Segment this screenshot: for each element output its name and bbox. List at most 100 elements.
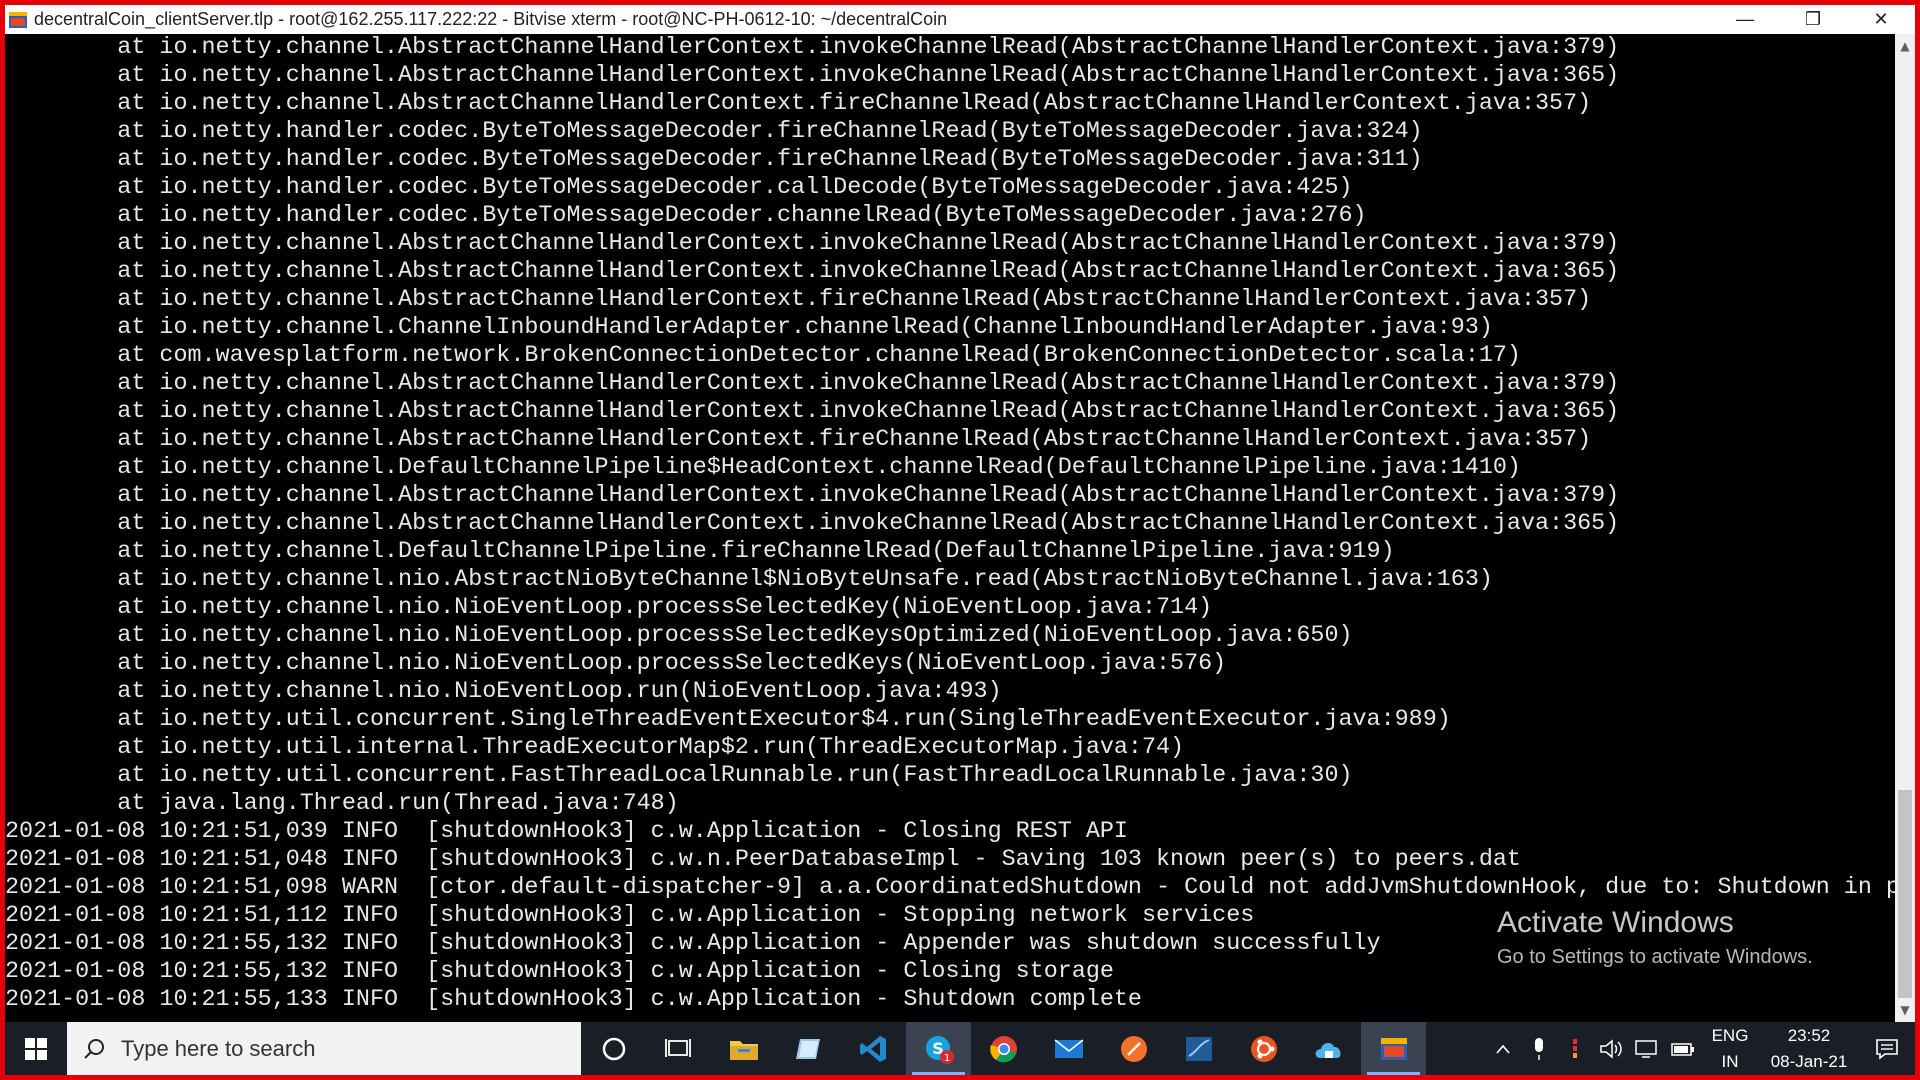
microphone-tray-button[interactable]	[1521, 1022, 1557, 1075]
terminal-area[interactable]: at io.netty.channel.AbstractChannelHandl…	[5, 34, 1895, 1022]
terminal-line: at io.netty.util.concurrent.FastThreadLo…	[5, 763, 1353, 789]
region-code: IN	[1721, 1051, 1739, 1071]
ubuntu-icon	[1250, 1035, 1277, 1062]
wireshark-button[interactable]	[1166, 1022, 1231, 1075]
terminal-line: at io.netty.channel.AbstractChannelHandl…	[5, 371, 1620, 397]
vscode-button[interactable]	[841, 1022, 906, 1075]
terminal-line: at com.wavesplatform.network.BrokenConne…	[5, 343, 1521, 369]
bitvise-terminal-icon	[1380, 1037, 1407, 1060]
terminal-line: at io.netty.channel.nio.NioEventLoop.pro…	[5, 651, 1227, 677]
taskbar: Type here to search S 1 ENG IN 23:52 08-…	[5, 1022, 1915, 1075]
orange-circle-app-icon	[1120, 1035, 1147, 1062]
sublime-app-button[interactable]	[1101, 1022, 1166, 1075]
terminal-line: at io.netty.channel.AbstractChannelHandl…	[5, 399, 1620, 425]
terminal-line: at io.netty.channel.nio.NioEventLoop.run…	[5, 679, 1002, 705]
skype-icon: S 1	[925, 1035, 954, 1064]
network-tray-button[interactable]	[1629, 1022, 1665, 1075]
start-button[interactable]	[5, 1022, 67, 1075]
network-icon	[1635, 1039, 1657, 1058]
window-title: decentralCoin_clientServer.tlp - root@16…	[34, 9, 948, 29]
cloud-house-icon	[1315, 1042, 1341, 1058]
terminal-line: at io.netty.channel.AbstractChannelHandl…	[5, 91, 1592, 117]
chrome-button[interactable]	[971, 1022, 1036, 1075]
terminal-line: 2021-01-08 10:21:51,039 INFO [shutdownHo…	[5, 819, 1128, 845]
taskbar-clock[interactable]: 23:52 08-Jan-21	[1759, 1023, 1859, 1075]
terminal-line: at io.netty.channel.AbstractChannelHandl…	[5, 483, 1620, 509]
terminal-line: at io.netty.channel.AbstractChannelHandl…	[5, 63, 1620, 89]
system-tray: ENG IN 23:52 08-Jan-21	[1485, 1022, 1915, 1075]
terminal-line: at io.netty.channel.AbstractChannelHandl…	[5, 35, 1620, 61]
terminal-scrollbar[interactable]: ▲ ▼	[1895, 34, 1915, 1022]
terminal-line: 2021-01-08 10:21:51,048 INFO [shutdownHo…	[5, 847, 1521, 873]
microphone-icon	[1535, 1037, 1543, 1060]
windows-logo-icon	[25, 1037, 47, 1060]
ubuntu-button[interactable]	[1231, 1022, 1296, 1075]
taskbar-search-box[interactable]: Type here to search	[67, 1022, 581, 1075]
terminal-line: at io.netty.channel.DefaultChannelPipeli…	[5, 539, 1395, 565]
minimize-button[interactable]: —	[1711, 5, 1779, 34]
wireshark-fin-icon	[1185, 1036, 1212, 1061]
folder-icon	[729, 1040, 758, 1060]
bitvise-xterm-button[interactable]	[1361, 1022, 1426, 1075]
scroll-down-arrow-icon[interactable]: ▼	[1895, 1000, 1915, 1020]
terminal-line: at io.netty.channel.DefaultChannelPipeli…	[5, 455, 1521, 481]
terminal-line: 2021-01-08 10:21:55,132 INFO [shutdownHo…	[5, 959, 1114, 985]
input-language-indicator[interactable]: ENG IN	[1701, 1023, 1759, 1075]
scroll-up-arrow-icon[interactable]: ▲	[1895, 36, 1915, 56]
red-status-icon	[1573, 1038, 1577, 1058]
terminal-line: at io.netty.util.internal.ThreadExecutor…	[5, 735, 1185, 761]
cortana-button[interactable]	[581, 1022, 646, 1075]
terminal-line: at io.netty.util.concurrent.SingleThread…	[5, 707, 1451, 733]
window-titlebar[interactable]: decentralCoin_clientServer.tlp - root@16…	[5, 5, 1915, 34]
terminal-line: at io.netty.channel.nio.AbstractNioByteC…	[5, 567, 1493, 593]
terminal-line: at io.netty.channel.AbstractChannelHandl…	[5, 231, 1620, 257]
cloud-app-button[interactable]	[1296, 1022, 1361, 1075]
terminal-line: at io.netty.handler.codec.ByteToMessageD…	[5, 175, 1353, 201]
clock-date: 08-Jan-21	[1770, 1051, 1848, 1071]
speaker-icon	[1600, 1038, 1622, 1059]
close-button[interactable]: ✕	[1847, 5, 1915, 34]
terminal-line: at io.netty.channel.AbstractChannelHandl…	[5, 259, 1620, 285]
scrollbar-thumb[interactable]	[1898, 790, 1912, 998]
skype-button[interactable]: S 1	[906, 1022, 971, 1075]
mail-button[interactable]	[1036, 1022, 1101, 1075]
show-hidden-icons-button[interactable]	[1485, 1022, 1521, 1075]
battery-tray-button[interactable]	[1665, 1022, 1701, 1075]
vscode-icon	[859, 1035, 886, 1062]
action-center-button[interactable]	[1859, 1022, 1915, 1075]
terminal-line: 2021-01-08 10:21:51,098 WARN [ctor.defau…	[5, 875, 1895, 901]
notepad-icon	[795, 1038, 820, 1059]
chrome-icon	[989, 1035, 1017, 1062]
volume-tray-button[interactable]	[1593, 1022, 1629, 1075]
terminal-output: at io.netty.channel.AbstractChannelHandl…	[5, 34, 1895, 1014]
terminal-line: at io.netty.channel.nio.NioEventLoop.pro…	[5, 623, 1353, 649]
terminal-line: 2021-01-08 10:21:51,112 INFO [shutdownHo…	[5, 903, 1255, 929]
terminal-line: at io.netty.channel.AbstractChannelHandl…	[5, 511, 1620, 537]
maximize-button[interactable]: ❐	[1779, 5, 1847, 34]
language-code: ENG	[1711, 1025, 1749, 1045]
task-view-icon	[664, 1038, 691, 1057]
terminal-line: at io.netty.channel.nio.NioEventLoop.pro…	[5, 595, 1213, 621]
terminal-line: at io.netty.channel.ChannelInboundHandle…	[5, 315, 1493, 341]
file-explorer-button[interactable]	[711, 1022, 776, 1075]
chevron-up-icon	[1496, 1044, 1510, 1054]
terminal-line: 2021-01-08 10:21:55,133 INFO [shutdownHo…	[5, 987, 1142, 1013]
security-tray-button[interactable]	[1557, 1022, 1593, 1075]
terminal-line: at java.lang.Thread.run(Thread.java:748)	[5, 791, 679, 817]
notepad-app-button[interactable]	[776, 1022, 841, 1075]
terminal-line: at io.netty.handler.codec.ByteToMessageD…	[5, 147, 1423, 173]
search-placeholder: Type here to search	[121, 1035, 316, 1061]
clock-time: 23:52	[1787, 1025, 1831, 1045]
skype-badge-count: 1	[943, 1053, 949, 1064]
bitvise-app-icon	[9, 11, 27, 28]
terminal-line: at io.netty.channel.AbstractChannelHandl…	[5, 427, 1592, 453]
terminal-line: at io.netty.channel.AbstractChannelHandl…	[5, 287, 1592, 313]
task-view-button[interactable]	[646, 1022, 711, 1075]
terminal-line: at io.netty.handler.codec.ByteToMessageD…	[5, 203, 1367, 229]
notification-icon	[1876, 1038, 1898, 1060]
terminal-line: at io.netty.handler.codec.ByteToMessageD…	[5, 119, 1423, 145]
search-icon	[84, 1038, 104, 1059]
terminal-line: 2021-01-08 10:21:55,132 INFO [shutdownHo…	[5, 931, 1381, 957]
battery-charging-icon	[1671, 1042, 1694, 1056]
mail-icon	[1054, 1038, 1083, 1058]
